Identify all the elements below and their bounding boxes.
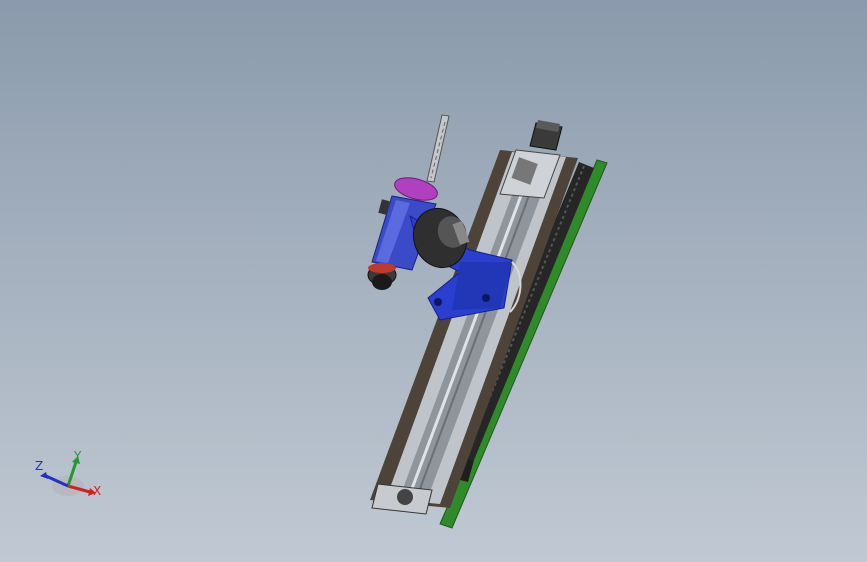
stepper-motor-top[interactable] <box>529 120 563 151</box>
cad-model-assembly[interactable] <box>0 0 867 562</box>
z-axis-label: Z <box>35 459 44 473</box>
y-axis-label: Y <box>74 449 82 463</box>
end-bracket-bottom[interactable] <box>371 483 433 515</box>
coordinate-triad[interactable] <box>28 448 108 508</box>
cad-viewport[interactable]: Z Y X <box>0 0 867 562</box>
drill-bit[interactable] <box>426 114 450 183</box>
spindle-nose[interactable] <box>367 263 397 290</box>
z-axis-arrowhead <box>40 472 48 479</box>
x-axis-label: X <box>93 484 102 498</box>
